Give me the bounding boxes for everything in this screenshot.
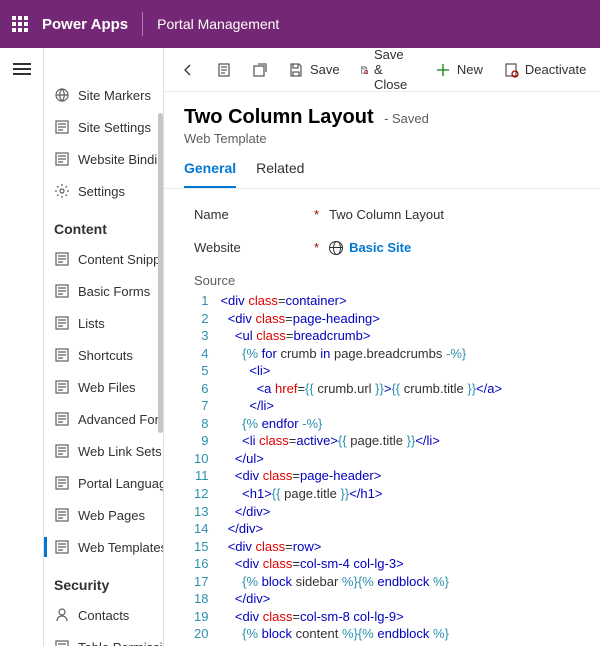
save-close-button[interactable]: Save & Close [354,48,421,96]
sidebar-item-settings[interactable]: Settings [44,175,163,207]
new-button[interactable]: New [429,58,489,82]
sidebar-item-web-templates[interactable]: Web Templates [44,531,163,563]
sidebar-item-label: Site Settings [78,120,151,135]
sidebar-item [44,48,163,79]
scrollbar-thumb[interactable] [158,113,163,433]
sidebar-item-web-pages[interactable]: Web Pages [44,499,163,531]
sidebar-item-web-link-sets[interactable]: Web Link Sets [44,435,163,467]
list-icon [54,443,70,459]
list-icon [54,251,70,267]
list-icon [54,315,70,331]
field-label: Website [194,240,314,255]
sidebar-item-label: Web Link Sets [78,444,162,459]
code-lines[interactable]: <div class=container> <div class=page-he… [220,292,580,646]
list-icon [54,151,70,167]
sidebar-item-label: Settings [78,184,125,199]
field-label: Name [194,207,314,222]
code-editor[interactable]: 1234567891011121314151617181920212223 <d… [194,292,580,646]
sidebar-item-label: Web Files [78,380,136,395]
hamburger-icon[interactable] [13,56,31,78]
topbar-divider [142,12,143,36]
save-status: - Saved [384,111,429,126]
area-label[interactable]: Portal Management [157,16,279,32]
sidebar-group-title: Content [44,207,163,243]
sidebar-item-basic-forms[interactable]: Basic Forms [44,275,163,307]
save-button[interactable]: Save [282,58,346,82]
sidebar-item-content-snippets[interactable]: Content Snippets [44,243,163,275]
record-header: Two Column Layout - Saved Web Template [164,92,600,146]
sidebar-item-label: Contacts [78,608,129,623]
sidebar-item-label: Web Templates [78,540,163,555]
sidebar-item-label: Portal Languages [78,476,163,491]
sidebar-item-contacts[interactable]: Contacts [44,599,163,631]
sidebar-item-web-files[interactable]: Web Files [44,371,163,403]
rail [0,48,44,646]
back-button[interactable] [174,58,202,82]
sidebar-item-label: Shortcuts [78,348,133,363]
person-icon [54,607,70,623]
brand[interactable]: Power Apps [42,16,128,33]
sidebar-group-title: Security [44,563,163,599]
list-icon [54,379,70,395]
sidebar-item-label: Table Permissions [78,640,163,646]
list-icon [54,119,70,135]
list-icon [54,539,70,555]
sidebar-item-site-settings[interactable]: Site Settings [44,111,163,143]
list-icon [54,639,70,646]
sidebar-item-shortcuts[interactable]: Shortcuts [44,339,163,371]
sidebar-item-advanced-forms[interactable]: Advanced Forms [44,403,163,435]
required-icon: * [314,207,319,222]
sidebar: Site Markers Site Settings Website Binding… [44,48,164,646]
list-icon [54,475,70,491]
page-title: Two Column Layout [184,106,374,128]
command-bar: Save Save & Close New Deactivate [164,48,600,92]
field-name[interactable]: Name * Two Column Layout [194,207,580,222]
sidebar-item-table-permissions[interactable]: Table Permissions [44,631,163,646]
sidebar-item-site-markers[interactable]: Site Markers [44,79,163,111]
topbar: Power Apps Portal Management [0,0,600,48]
app-launcher-icon[interactable] [12,16,28,32]
list-icon [54,507,70,523]
sidebar-item-label: Web Pages [78,508,145,523]
entity-name: Web Template [184,131,580,146]
tab-general[interactable]: General [184,160,236,188]
deactivate-button[interactable]: Deactivate [497,58,592,82]
lookup-value[interactable]: Basic Site [329,240,411,255]
main: Save Save & Close New Deactivate Two Col… [164,48,600,646]
required-icon: * [314,240,319,255]
sidebar-item-portal-languages[interactable]: Portal Languages [44,467,163,499]
code-gutter: 1234567891011121314151617181920212223 [194,292,220,646]
sidebar-item-label: Site Markers [78,88,151,103]
field-website[interactable]: Website * Basic Site [194,240,580,255]
list-icon [54,347,70,363]
field-value[interactable]: Two Column Layout [329,207,444,222]
sidebar-item-website-bindings[interactable]: Website Bindings [44,143,163,175]
list-icon [54,411,70,427]
sidebar-item-lists[interactable]: Lists [44,307,163,339]
sidebar-item-label: Basic Forms [78,284,150,299]
tabs: General Related [164,146,600,189]
globe-icon [329,241,343,255]
sidebar-item-label: Website Bindings [78,152,163,167]
sidebar-item-label: Advanced Forms [78,412,163,427]
form-area: Name * Two Column Layout Website * Basic… [164,189,600,646]
source-label: Source [194,273,580,288]
form-selector-button[interactable] [210,58,238,82]
list-icon [54,283,70,299]
sidebar-item-label: Content Snippets [78,252,163,267]
open-new-window-button[interactable] [246,58,274,82]
globe-icon [54,87,70,103]
gear-icon [54,183,70,199]
tab-related[interactable]: Related [256,160,304,188]
sidebar-item-label: Lists [78,316,105,331]
